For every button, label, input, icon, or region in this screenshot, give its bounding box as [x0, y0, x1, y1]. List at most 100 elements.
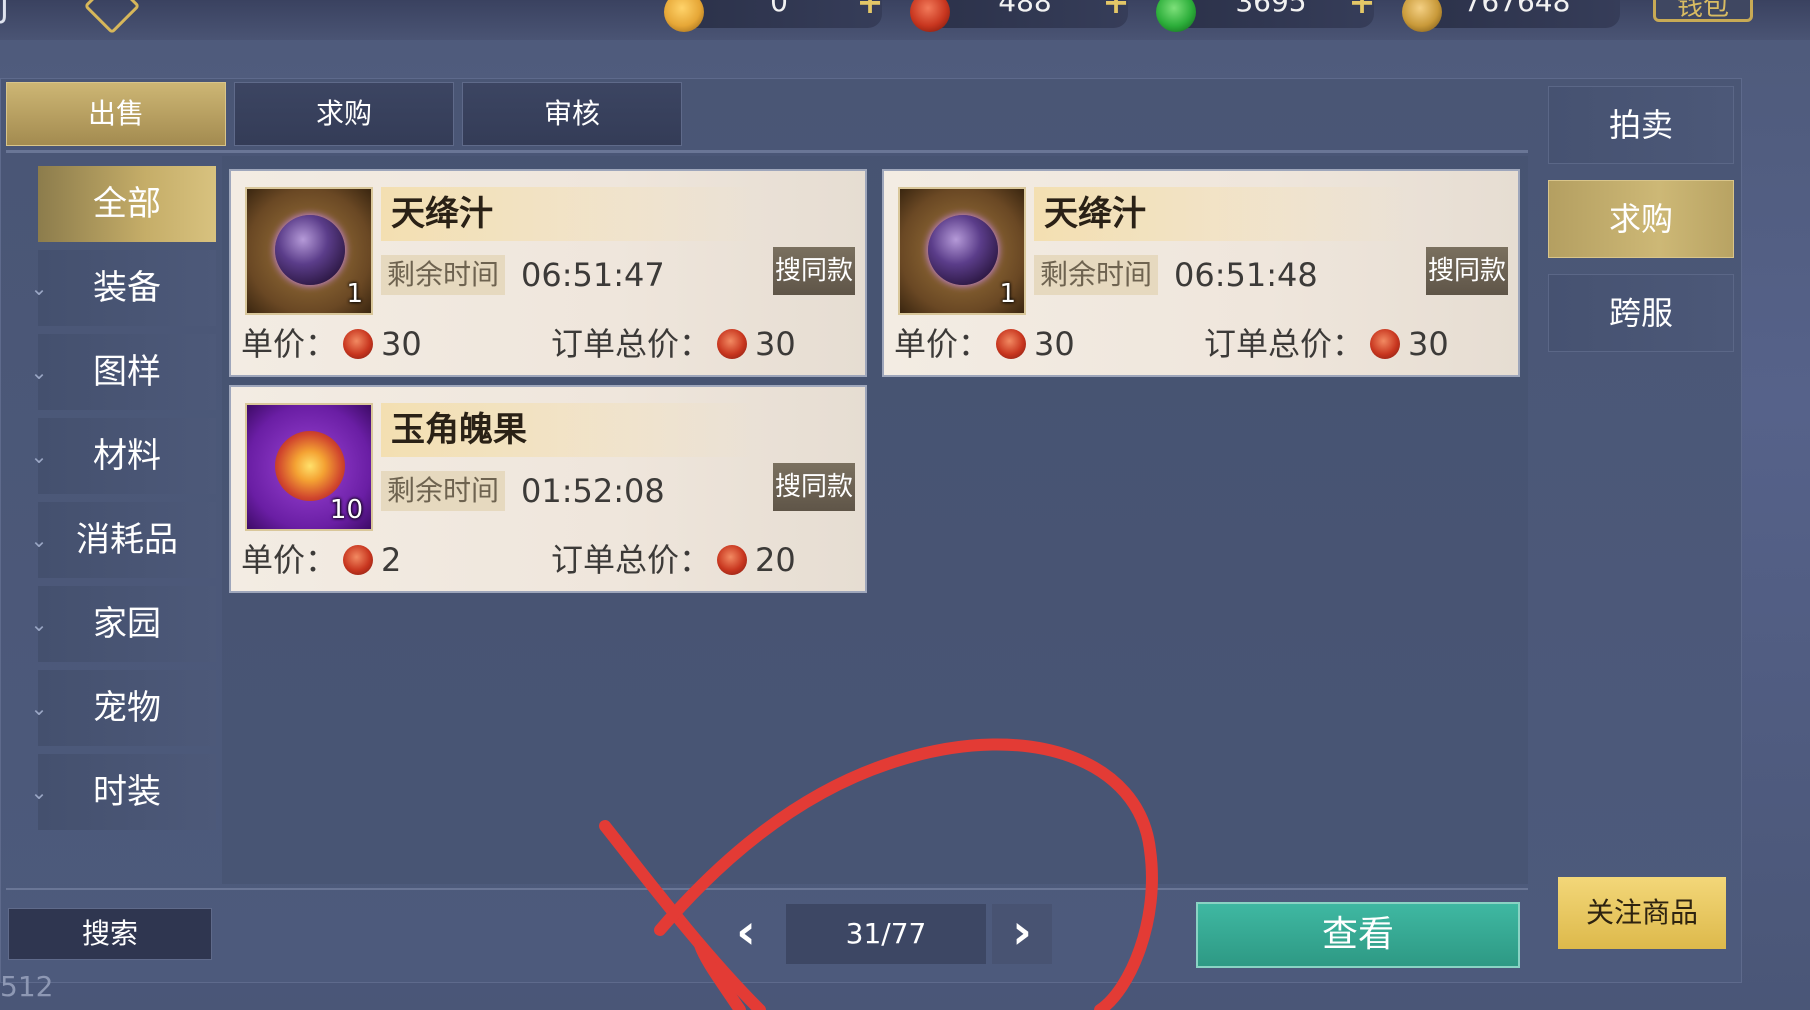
- unit-price-label: 单价：: [241, 541, 338, 579]
- listing-card[interactable]: 10 玉角魄果 剩余时间 01:52:08 搜同款 单价： 2 订单总价： 20: [229, 385, 867, 593]
- time-label: 剩余时间: [1034, 255, 1158, 295]
- time-label: 剩余时间: [381, 255, 505, 295]
- listing-card[interactable]: 1 天绛汁 剩余时间 06:51:48 搜同款 单价： 30 订单总价： 30: [882, 169, 1520, 377]
- category-label: 家园: [93, 604, 161, 644]
- plus-icon[interactable]: +: [1102, 0, 1130, 18]
- category-materials[interactable]: ⌄ 材料: [31, 418, 216, 494]
- total-price: 订单总价： 30: [1204, 321, 1449, 367]
- tab-review[interactable]: 审核: [462, 82, 682, 146]
- category-label: 全部: [93, 184, 161, 224]
- category-pets[interactable]: ⌄ 宠物: [31, 670, 216, 746]
- total-price-value: 30: [755, 325, 796, 363]
- unit-price: 单价： 30: [241, 321, 422, 367]
- category-equipment[interactable]: ⌄ 装备: [31, 250, 216, 326]
- page-indicator: 31/77: [786, 904, 986, 964]
- side-cross-server[interactable]: 跨服: [1548, 274, 1734, 352]
- category-home[interactable]: ⌄ 家园: [31, 586, 216, 662]
- category-patterns[interactable]: ⌄ 图样: [31, 334, 216, 410]
- category-fashion[interactable]: ⌄ 时装: [31, 754, 216, 830]
- side-buy-request[interactable]: 求购: [1548, 180, 1734, 258]
- coin-icon: [343, 329, 374, 359]
- item-thumbnail[interactable]: 1: [245, 187, 373, 315]
- time-remaining: 01:52:08: [521, 472, 665, 510]
- currency-bar: J 0 + 488 + 3695 + 767648 钱包: [0, 0, 1810, 40]
- chevron-down-icon: ⌄: [30, 360, 48, 384]
- category-label: 材料: [93, 436, 161, 476]
- item-thumbnail[interactable]: 1: [898, 187, 1026, 315]
- fruit-orb-icon: [275, 431, 345, 501]
- follow-items-button[interactable]: 关注商品: [1558, 877, 1726, 949]
- category-label: 装备: [93, 268, 161, 308]
- total-price-label: 订单总价：: [551, 541, 712, 579]
- coin-icon: [1370, 329, 1401, 359]
- chevron-down-icon: ⌄: [30, 612, 48, 636]
- unit-price-label: 单价：: [894, 325, 991, 363]
- chevron-down-icon: ⌄: [30, 528, 48, 552]
- currency-value: 488: [998, 0, 1052, 18]
- category-label: 宠物: [93, 688, 161, 728]
- total-price: 订单总价： 20: [551, 537, 796, 583]
- category-label: 图样: [93, 352, 161, 392]
- total-price-label: 订单总价：: [1204, 325, 1365, 363]
- total-price-label: 订单总价：: [551, 325, 712, 363]
- total-price-value: 30: [1408, 325, 1449, 363]
- currency-value: 767648: [1463, 0, 1571, 18]
- currency-jade: 3695 +: [1156, 0, 1376, 32]
- unit-price-value: 2: [381, 541, 402, 579]
- coin-icon: [996, 329, 1027, 359]
- chevron-down-icon: ⌄: [30, 780, 48, 804]
- view-button[interactable]: 查看: [1196, 902, 1520, 968]
- chevron-right-icon[interactable]: ›: [992, 904, 1052, 964]
- top-left-mark: J: [0, 0, 9, 25]
- gold-coin-icon: [664, 0, 704, 32]
- diamond-icon[interactable]: [83, 0, 141, 35]
- item-thumbnail[interactable]: 10: [245, 403, 373, 531]
- ingot-icon: [1402, 0, 1442, 32]
- unit-price: 单价： 30: [894, 321, 1075, 367]
- search-similar-button[interactable]: 搜同款: [1426, 247, 1508, 295]
- chevron-down-icon: ⌄: [30, 444, 48, 468]
- listing-card[interactable]: 1 天绛汁 剩余时间 06:51:47 搜同款 单价： 30 订单总价： 30: [229, 169, 867, 377]
- item-name: 天绛汁: [1034, 187, 1414, 241]
- item-name: 玉角魄果: [381, 403, 761, 457]
- bottom-divider: [6, 888, 1528, 890]
- potion-orb-icon: [928, 215, 998, 285]
- chevron-left-icon[interactable]: ‹: [716, 904, 776, 964]
- currency-value: 3695: [1235, 0, 1307, 18]
- plus-icon[interactable]: +: [856, 0, 884, 18]
- coin-icon: [717, 545, 748, 575]
- unit-price: 单价： 2: [241, 537, 401, 583]
- item-quantity: 1: [999, 279, 1016, 309]
- unit-price-label: 单价：: [241, 325, 338, 363]
- search-similar-button[interactable]: 搜同款: [773, 247, 855, 295]
- category-consumables[interactable]: ⌄ 消耗品: [31, 502, 216, 578]
- time-remaining: 06:51:47: [521, 256, 665, 294]
- bottom-left-number: 512: [0, 970, 54, 1003]
- potion-orb-icon: [275, 215, 345, 285]
- coin-icon: [343, 545, 374, 575]
- item-quantity: 1: [346, 279, 363, 309]
- total-price: 订单总价： 30: [551, 321, 796, 367]
- currency-gold: 0 +: [664, 0, 884, 32]
- category-label: 消耗品: [76, 520, 178, 560]
- time-label: 剩余时间: [381, 471, 505, 511]
- search-similar-button[interactable]: 搜同款: [773, 463, 855, 511]
- tab-buy-request[interactable]: 求购: [234, 82, 454, 146]
- unit-price-value: 30: [381, 325, 422, 363]
- tab-divider: [6, 150, 1528, 153]
- unit-price-value: 30: [1034, 325, 1075, 363]
- category-all[interactable]: 全部: [38, 166, 216, 242]
- item-name: 天绛汁: [381, 187, 761, 241]
- currency-value: 0: [770, 0, 788, 18]
- time-remaining: 06:51:48: [1174, 256, 1318, 294]
- category-label: 时装: [93, 772, 161, 812]
- search-button[interactable]: 搜索: [8, 908, 212, 960]
- currency-red: 488 +: [910, 0, 1130, 32]
- chevron-down-icon: ⌄: [30, 696, 48, 720]
- side-auction[interactable]: 拍卖: [1548, 86, 1734, 164]
- plus-icon[interactable]: +: [1348, 0, 1376, 18]
- chevron-down-icon: ⌄: [30, 276, 48, 300]
- tab-sell[interactable]: 出售: [6, 82, 226, 146]
- total-price-value: 20: [755, 541, 796, 579]
- bag-button[interactable]: 钱包: [1653, 0, 1753, 22]
